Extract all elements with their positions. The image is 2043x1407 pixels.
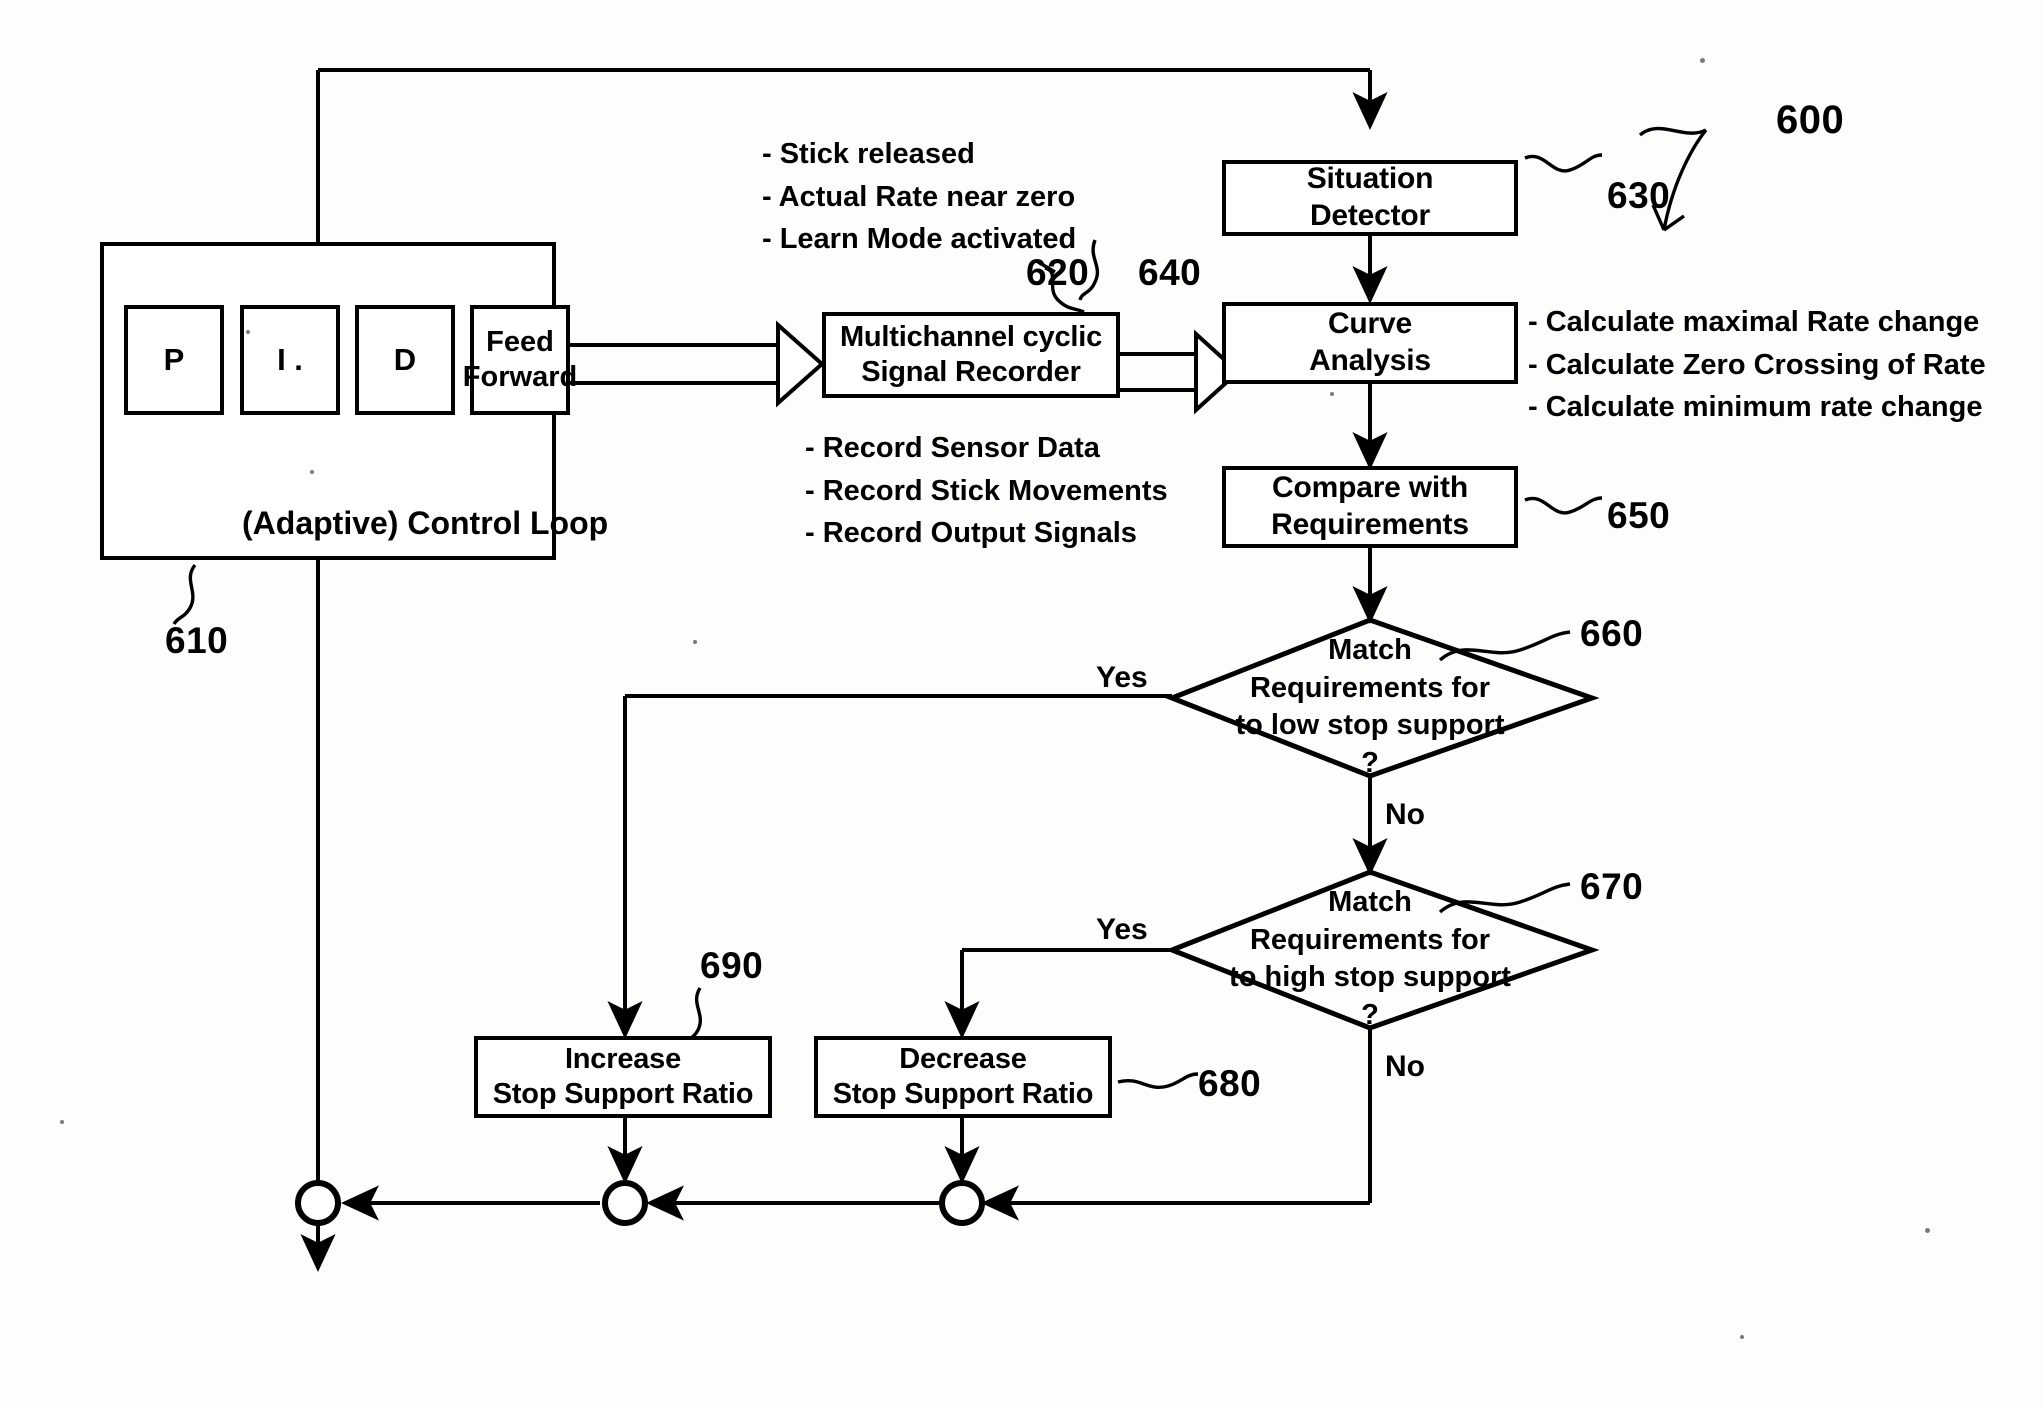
control-loop-cell-label: Feed Forward [462,326,578,393]
reference-650: 650 [1607,495,1671,536]
control-loop-cell-label: I . [277,342,303,377]
leader-650 [1524,496,1603,515]
decision-low-line2: Requirements for [1249,671,1491,704]
reference-630: 630 [1607,175,1671,216]
control-loop-cell-i[interactable]: I . [240,305,340,415]
reference-620: 620 [1026,252,1090,293]
reference-640: 640 [1138,252,1202,293]
multichannel-recorder-box[interactable]: Multichannel cyclic Signal Recorder [822,312,1120,398]
recorder-notes: - Record Sensor Data - Record Stick Move… [805,427,1168,555]
control-loop-cell-d[interactable]: D [355,305,455,415]
curve-analysis-box[interactable]: Curve Analysis [1222,302,1518,384]
scan-speck [1740,1335,1744,1339]
decision-low-no-label: No [1385,798,1425,831]
scan-speck [1700,58,1705,63]
leader-600-a [1638,126,1707,137]
leader-630 [1524,153,1603,173]
control-loop-cell-label: D [393,342,417,377]
decision-low-line4: ? [1361,747,1379,780]
curve-note-item: - Calculate Zero Crossing of Rate [1528,348,1986,381]
reference-600: 600 [1776,98,1845,142]
decrease-line1: Decrease [899,1042,1027,1075]
compare-with-requirements-box[interactable]: Compare with Requirements [1222,466,1518,548]
condition-item: - Actual Rate near zero [762,180,1076,213]
figure-canvas: P I . D Feed Forward (Adaptive) Control … [0,0,2043,1407]
recorder-note-item: - Record Output Signals [805,517,1137,550]
decision-high-line1: Match [1328,886,1412,918]
decrease-stop-support-ratio-box[interactable]: Decrease Stop Support Ratio [814,1036,1112,1118]
junction-node-1 [295,1180,341,1226]
increase-line2: Stop Support Ratio [492,1078,754,1110]
curve-analysis-title-line1: Curve [1327,307,1413,341]
junction-node-2 [602,1180,648,1226]
decision-low-yes-label: Yes [1096,661,1148,694]
situation-detector-box[interactable]: Situation Detector [1222,160,1518,236]
recorder-title-line1: Multichannel cyclic [839,320,1103,353]
decision-high-line2: Requirements for [1249,923,1491,956]
reference-690: 690 [700,945,764,986]
scan-speck [1925,1228,1930,1233]
decision-low-line1: Match [1328,634,1412,666]
curve-analysis-title-line2: Analysis [1309,344,1431,377]
control-loop-cell-p[interactable]: P [124,305,224,415]
decision-high-line3: to high stop support [1229,961,1511,994]
compare-title-line1: Compare with [1272,471,1468,505]
control-loop-cell-label: P [163,342,185,377]
situation-detector-conditions: - Stick released - Actual Rate near zero… [762,133,1076,261]
reference-680: 680 [1198,1063,1262,1104]
recorder-note-item: - Record Sensor Data [805,432,1100,464]
block-arrow-to-recorder [776,320,826,408]
scan-speck [310,470,314,474]
curve-note-item: - Calculate minimum rate change [1528,391,1983,424]
decrease-line2: Stop Support Ratio [832,1078,1094,1110]
decision-low-text: Match Requirements for to low stop suppo… [1200,632,1540,783]
junction-node-3 [939,1180,985,1226]
curve-note-item: - Calculate maximal Rate change [1528,306,1980,338]
leader-680 [1117,1072,1199,1090]
compare-title-line2: Requirements [1271,508,1469,541]
leader-600-b [1662,128,1708,231]
recorder-note-item: - Record Stick Movements [805,474,1168,507]
reference-660: 660 [1580,613,1644,654]
scan-speck [246,330,250,334]
control-loop-title: (Adaptive) Control Loop [242,505,609,541]
curve-analysis-notes: - Calculate maximal Rate change - Calcul… [1528,301,1986,429]
increase-stop-support-ratio-box[interactable]: Increase Stop Support Ratio [474,1036,772,1118]
leader-610 [172,563,197,625]
decision-high-text: Match Requirements for to high stop supp… [1200,884,1540,1035]
scan-speck [1330,392,1334,396]
scan-speck [60,1120,64,1124]
decision-high-no-label: No [1385,1050,1425,1083]
situation-detector-title-line1: Situation [1306,162,1434,196]
decision-high-line4: ? [1361,999,1379,1032]
decision-high-yes-label: Yes [1096,913,1148,946]
recorder-title-line2: Signal Recorder [861,356,1081,388]
scan-speck [693,640,697,644]
situation-detector-title-line2: Detector [1309,199,1431,232]
reference-610: 610 [165,620,229,661]
control-loop-cell-feed-forward[interactable]: Feed Forward [463,305,577,415]
decision-low-line3: to low stop support [1235,709,1505,742]
reference-670: 670 [1580,866,1644,907]
increase-line1: Increase [564,1042,682,1075]
condition-item: - Stick released [762,138,975,170]
